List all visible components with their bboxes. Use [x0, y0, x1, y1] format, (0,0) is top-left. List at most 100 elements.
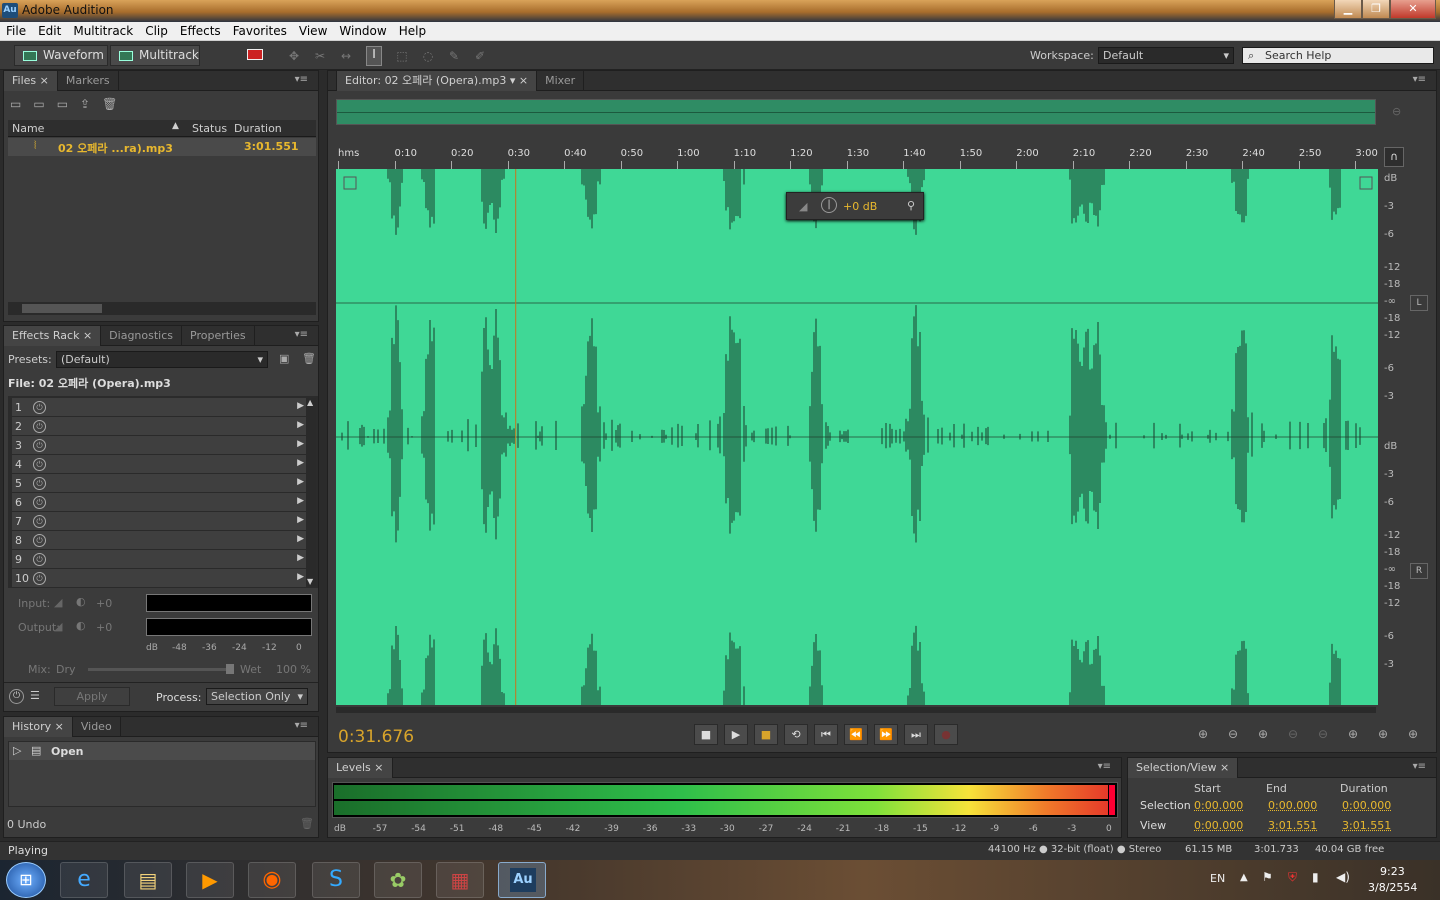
wet-value[interactable]: 100 %: [276, 663, 311, 676]
menu-multitrack[interactable]: Multitrack: [67, 22, 139, 41]
zoom-in-selection-icon[interactable]: ⊕: [1378, 727, 1388, 741]
channel-l-toggle[interactable]: L: [1410, 295, 1428, 311]
presets-select[interactable]: (Default) ▾: [56, 351, 268, 368]
effect-slot[interactable]: 4 ⏻ ▶: [12, 455, 306, 474]
winrar-icon[interactable]: ▦: [436, 862, 484, 898]
volume-knob-icon[interactable]: |: [821, 197, 837, 213]
panel-menu-icon[interactable]: ▾≡: [295, 329, 308, 340]
hud-volume-value[interactable]: +0 dB: [843, 200, 877, 213]
power-icon[interactable]: ⏻: [33, 553, 46, 566]
lasso-tool-icon[interactable]: ◌: [420, 49, 436, 63]
panel-menu-icon[interactable]: ▾≡: [1413, 74, 1426, 85]
zoom-in-time-icon[interactable]: ⊕: [1258, 727, 1268, 741]
play-button[interactable]: ▶: [724, 724, 748, 745]
effect-slot-arrow-icon[interactable]: ▶: [297, 553, 304, 563]
tab-diagnostics[interactable]: Diagnostics: [101, 326, 183, 346]
effect-slot-arrow-icon[interactable]: ▶: [297, 572, 304, 582]
effect-slot[interactable]: 1 ⏻ ▶: [12, 398, 306, 417]
audition-taskbar-button[interactable]: Au: [498, 862, 546, 898]
menu-edit[interactable]: Edit: [32, 22, 67, 41]
effect-slot[interactable]: 2 ⏻ ▶: [12, 417, 306, 436]
headphones-icon[interactable]: ∩: [1384, 147, 1404, 167]
tab-levels[interactable]: Levels ×: [328, 758, 393, 778]
brush-tool-icon[interactable]: ✎: [446, 49, 462, 63]
effect-slot-arrow-icon[interactable]: ▶: [297, 477, 304, 487]
rewind-button[interactable]: ⏪: [844, 724, 868, 745]
zoom-out-full-icon[interactable]: ⊖: [1392, 105, 1401, 118]
menu-help[interactable]: Help: [393, 22, 432, 41]
zoom-out-amplitude-icon[interactable]: ⊖: [1228, 727, 1238, 741]
loop-button[interactable]: ⟲: [784, 724, 808, 745]
media-player-icon[interactable]: ▶: [186, 862, 234, 898]
mix-slider[interactable]: [88, 668, 232, 671]
horizontal-scrollbar[interactable]: [336, 707, 1376, 713]
new-file-icon[interactable]: ▭: [57, 97, 80, 111]
power-icon[interactable]: ⏻: [33, 515, 46, 528]
menu-favorites[interactable]: Favorites: [227, 22, 293, 41]
selection-duration[interactable]: 0:00.000: [1342, 799, 1391, 812]
menu-view[interactable]: View: [293, 22, 333, 41]
zoom-out-full-icon[interactable]: ⊖: [1318, 727, 1328, 741]
panel-menu-icon[interactable]: ▾≡: [295, 74, 308, 85]
tab-editor[interactable]: Editor: 02 오페라 (Opera).mp3 ▾ ×: [336, 71, 538, 91]
history-item[interactable]: ▷ ▤ Open: [9, 742, 315, 760]
column-duration[interactable]: Duration: [234, 122, 282, 135]
hud-volume[interactable]: ◢ | +0 dB ⚲: [786, 192, 924, 220]
channel-r-toggle[interactable]: R: [1410, 563, 1428, 579]
effect-slot[interactable]: 9 ⏻ ▶: [12, 550, 306, 569]
mix-slider-thumb[interactable]: [226, 664, 234, 674]
open-file-icon[interactable]: ▭: [10, 97, 33, 111]
panel-menu-icon[interactable]: ▾≡: [1413, 761, 1426, 772]
effect-slot[interactable]: 5 ⏻ ▶: [12, 474, 306, 493]
fast-forward-button[interactable]: ⏩: [874, 724, 898, 745]
workspace-select[interactable]: Default ▾: [1098, 47, 1234, 64]
column-name[interactable]: Name: [12, 122, 44, 135]
effect-slot-arrow-icon[interactable]: ▶: [297, 401, 304, 411]
healing-tool-icon[interactable]: ✐: [472, 49, 488, 63]
pause-button[interactable]: ■: [754, 724, 778, 745]
search-help-input[interactable]: ⌕ Search Help: [1242, 47, 1434, 64]
clock-date[interactable]: 3/8/2554: [1368, 881, 1417, 894]
spectral-display-icon[interactable]: [247, 49, 263, 60]
waveform-display[interactable]: [336, 169, 1378, 705]
multitrack-view-button[interactable]: Multitrack: [110, 45, 200, 66]
tab-markers[interactable]: Markers: [58, 71, 119, 91]
clock-time[interactable]: 9:23: [1380, 865, 1405, 878]
scroll-down-icon[interactable]: ▼: [307, 577, 313, 586]
action-center-flag-icon[interactable]: ⚑: [1262, 870, 1273, 884]
power-icon[interactable]: ⏻: [33, 401, 46, 414]
waveform-view-button[interactable]: Waveform: [14, 45, 108, 66]
output-gain-value[interactable]: +0: [96, 621, 112, 634]
start-button[interactable]: ⊞: [6, 862, 46, 898]
tab-files[interactable]: Files ×: [4, 71, 58, 91]
power-icon[interactable]: ⏻: [33, 496, 46, 509]
internet-explorer-icon[interactable]: e: [60, 862, 108, 898]
tab-properties[interactable]: Properties: [182, 326, 255, 346]
panel-menu-icon[interactable]: ▾≡: [295, 720, 308, 731]
effect-slot-arrow-icon[interactable]: ▶: [297, 420, 304, 430]
trash-icon[interactable]: 🗑: [102, 97, 129, 111]
time-selection-tool-icon[interactable]: I: [366, 46, 382, 66]
view-start[interactable]: 0:00.000: [1194, 819, 1243, 832]
tab-video[interactable]: Video: [73, 717, 121, 737]
security-icon[interactable]: ⛨: [1288, 870, 1297, 885]
view-end[interactable]: 3:01.551: [1268, 819, 1317, 832]
power-icon[interactable]: ⏻: [33, 458, 46, 471]
messenger-icon[interactable]: ✿: [374, 862, 422, 898]
effect-slot[interactable]: 8 ⏻ ▶: [12, 531, 306, 550]
menu-window[interactable]: Window: [333, 22, 392, 41]
files-scroll-thumb[interactable]: [22, 304, 102, 313]
stop-button[interactable]: ■: [694, 724, 718, 745]
firefox-icon[interactable]: ◉: [248, 862, 296, 898]
save-preset-icon[interactable]: ▣: [279, 352, 289, 365]
zoom-out-time-icon[interactable]: ⊖: [1288, 727, 1298, 741]
overview-navigator[interactable]: [336, 99, 1376, 125]
record-button[interactable]: ●: [934, 724, 958, 745]
current-time-display[interactable]: 0:31.676: [338, 727, 414, 747]
menu-effects[interactable]: Effects: [174, 22, 227, 41]
zoom-in-point-icon[interactable]: ⊕: [1348, 727, 1358, 741]
power-icon[interactable]: ⏻: [33, 420, 46, 433]
power-icon[interactable]: ⏻: [33, 572, 46, 585]
menu-file[interactable]: File: [0, 22, 32, 41]
language-indicator[interactable]: EN: [1210, 872, 1225, 885]
